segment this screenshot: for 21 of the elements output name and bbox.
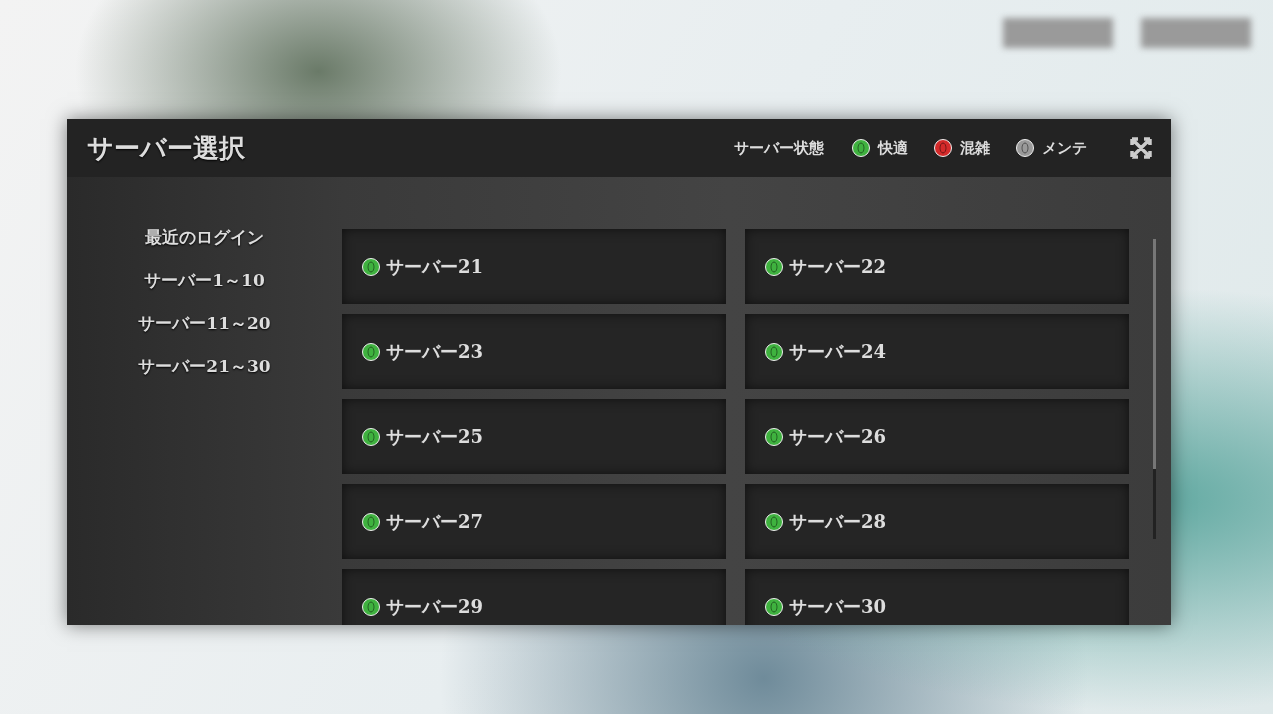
server-card[interactable]: サーバー29 — [342, 569, 726, 625]
server-card[interactable]: サーバー28 — [745, 484, 1129, 559]
close-button[interactable] — [1129, 136, 1153, 160]
server-card[interactable]: サーバー24 — [745, 314, 1129, 389]
legend-text: 混雑 — [960, 138, 990, 158]
sidebar-item[interactable]: サーバー1～10 — [144, 272, 265, 289]
sidebar-item[interactable]: サーバー11～20 — [138, 315, 271, 332]
server-card[interactable]: サーバー23 — [342, 314, 726, 389]
scrollbar[interactable] — [1153, 239, 1156, 539]
server-card[interactable]: サーバー21 — [342, 229, 726, 304]
legend-text: 快適 — [878, 138, 908, 158]
legend-label: サーバー状態 — [734, 138, 824, 158]
dialog-title: サーバー選択 — [87, 131, 246, 165]
server-card[interactable]: サーバー25 — [342, 399, 726, 474]
legend-text: メンテ — [1042, 138, 1087, 158]
server-card[interactable]: サーバー22 — [745, 229, 1129, 304]
sidebar-item[interactable]: サーバー21～30 — [138, 358, 271, 375]
server-card[interactable]: サーバー27 — [342, 484, 726, 559]
server-card[interactable]: サーバー26 — [745, 399, 1129, 474]
server-card[interactable]: サーバー30 — [745, 569, 1129, 625]
sidebar-item[interactable]: 最近のログイン — [145, 229, 264, 246]
